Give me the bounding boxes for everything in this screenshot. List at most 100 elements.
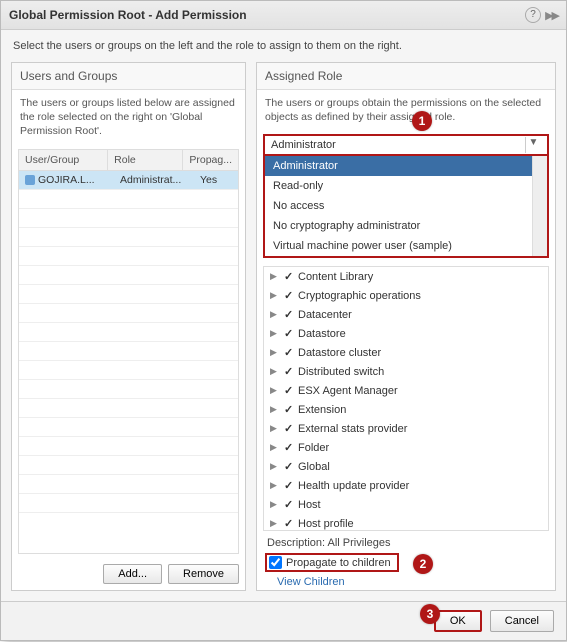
table-row[interactable] (19, 494, 238, 513)
table-row[interactable] (19, 266, 238, 285)
expand-icon[interactable]: ▶ (270, 385, 280, 396)
assigned-role-panel: 1 2 Assigned Role The users or groups ob… (256, 62, 556, 591)
privilege-item[interactable]: ▶ ✓ Host (264, 495, 548, 514)
check-icon: ✓ (284, 270, 294, 283)
callout-1: 1 (412, 111, 432, 131)
privilege-list[interactable]: ▶ ✓ Content Library ▶ ✓ Cryptographic operati… (263, 266, 549, 531)
table-row[interactable] (19, 304, 238, 323)
privilege-item[interactable]: ▶✓Datastore (264, 324, 548, 343)
add-permission-dialog: Global Permission Root - Add Permission … (0, 0, 567, 641)
privilege-label: Global (298, 461, 330, 473)
check-icon: ✓ (284, 365, 294, 378)
header-role[interactable]: Role (108, 150, 183, 170)
table-row[interactable] (19, 323, 238, 342)
privilege-label: Content Library (298, 271, 373, 283)
description-label: Description: (267, 537, 325, 549)
table-row[interactable] (19, 190, 238, 209)
header-user-group[interactable]: User/Group (19, 150, 108, 170)
nav-icon[interactable]: ▶▶ (545, 9, 558, 22)
table-row[interactable] (19, 361, 238, 380)
role-select-value: Administrator (271, 139, 336, 151)
table-row[interactable] (19, 342, 238, 361)
expand-icon[interactable]: ▶ (270, 461, 280, 472)
table-row[interactable] (19, 380, 238, 399)
check-icon: ✓ (284, 498, 294, 511)
expand-icon[interactable]: ▶ (270, 366, 280, 377)
check-icon: ✓ (284, 460, 294, 473)
remove-button[interactable]: Remove (168, 564, 239, 584)
assigned-role-desc: The users or groups obtain the permissio… (257, 90, 555, 130)
role-option[interactable]: Read-only (265, 176, 547, 196)
privilege-item[interactable]: ▶✓External stats provider (264, 419, 548, 438)
expand-icon[interactable]: ▶ (270, 404, 280, 415)
table-row[interactable] (19, 209, 238, 228)
table-row[interactable] (19, 399, 238, 418)
privilege-item[interactable]: ▶✓Datacenter (264, 305, 548, 324)
table-row[interactable] (19, 285, 238, 304)
privilege-item[interactable]: ▶ ✓ Content Library (264, 267, 548, 286)
table-header: User/Group Role Propag... (19, 150, 238, 171)
role-select[interactable]: Administrator ▼ (263, 134, 549, 156)
table-row[interactable] (19, 418, 238, 437)
add-button[interactable]: Add... (103, 564, 162, 584)
expand-icon[interactable]: ▶ (270, 347, 280, 358)
expand-icon[interactable]: ▶ (270, 271, 280, 282)
left-button-row: Add... Remove (12, 558, 245, 590)
role-dropdown: AdministratorRead-onlyNo accessNo crypto… (263, 156, 549, 258)
expand-icon[interactable]: ▶ (270, 442, 280, 453)
view-children-link[interactable]: View Children (257, 574, 555, 590)
intro-text: Select the users or groups on the left a… (1, 30, 566, 62)
table-row[interactable] (19, 228, 238, 247)
privilege-item[interactable]: ▶✓Extension (264, 400, 548, 419)
check-icon: ✓ (284, 479, 294, 492)
role-option[interactable]: No cryptography administrator (265, 216, 547, 236)
dialog-footer: 3 OK Cancel (1, 601, 566, 640)
expand-icon[interactable]: ▶ (270, 290, 280, 301)
table-row[interactable]: GOJIRA.L...Administrat...Yes (19, 171, 238, 190)
privilege-label: Datastore cluster (298, 347, 381, 359)
chevron-down-icon: ▼ (525, 137, 541, 153)
privilege-item[interactable]: ▶✓ESX Agent Manager (264, 381, 548, 400)
table-row[interactable] (19, 475, 238, 494)
description-row: Description: All Privileges (257, 535, 555, 551)
privilege-item[interactable]: ▶✓Distributed switch (264, 362, 548, 381)
privilege-item[interactable]: ▶ ✓ Global (264, 457, 548, 476)
table-row[interactable] (19, 437, 238, 456)
propagate-wrap: Propagate to children (265, 553, 399, 572)
expand-icon[interactable]: ▶ (270, 480, 280, 491)
title-bar: Global Permission Root - Add Permission … (1, 1, 566, 30)
role-option[interactable]: No access (265, 196, 547, 216)
dropdown-scrollbar[interactable] (532, 156, 547, 256)
expand-icon[interactable]: ▶ (270, 518, 280, 529)
propagate-checkbox[interactable] (269, 556, 282, 569)
description-value: All Privileges (328, 537, 391, 549)
privilege-label: Cryptographic operations (298, 290, 421, 302)
users-groups-desc: The users or groups listed below are ass… (12, 90, 245, 145)
expand-icon[interactable]: ▶ (270, 328, 280, 339)
privilege-item[interactable]: ▶ ✓ Cryptographic operations (264, 286, 548, 305)
role-option[interactable]: Virtual machine power user (sample) (265, 236, 547, 256)
check-icon: ✓ (284, 289, 294, 302)
assigned-role-title: Assigned Role (257, 63, 555, 90)
propagate-label: Propagate to children (286, 557, 391, 569)
check-icon: ✓ (284, 422, 294, 435)
table-row[interactable] (19, 247, 238, 266)
privilege-label: Host (298, 499, 321, 511)
expand-icon[interactable]: ▶ (270, 423, 280, 434)
ok-button[interactable]: OK (434, 610, 482, 632)
privilege-item[interactable]: ▶✓Datastore cluster (264, 343, 548, 362)
expand-icon[interactable]: ▶ (270, 309, 280, 320)
users-groups-title: Users and Groups (12, 63, 245, 90)
privilege-item[interactable]: ▶✓Folder (264, 438, 548, 457)
role-option[interactable]: Administrator (265, 156, 547, 176)
table-row[interactable] (19, 456, 238, 475)
privilege-label: Extension (298, 404, 346, 416)
privilege-item[interactable]: ▶✓Health update provider (264, 476, 548, 495)
check-icon: ✓ (284, 441, 294, 454)
privilege-label: ESX Agent Manager (298, 385, 398, 397)
help-icon[interactable]: ? (525, 7, 541, 23)
cancel-button[interactable]: Cancel (490, 610, 554, 632)
expand-icon[interactable]: ▶ (270, 499, 280, 510)
header-propagate[interactable]: Propag... (183, 150, 238, 170)
privilege-item[interactable]: ▶✓Host profile (264, 514, 548, 531)
